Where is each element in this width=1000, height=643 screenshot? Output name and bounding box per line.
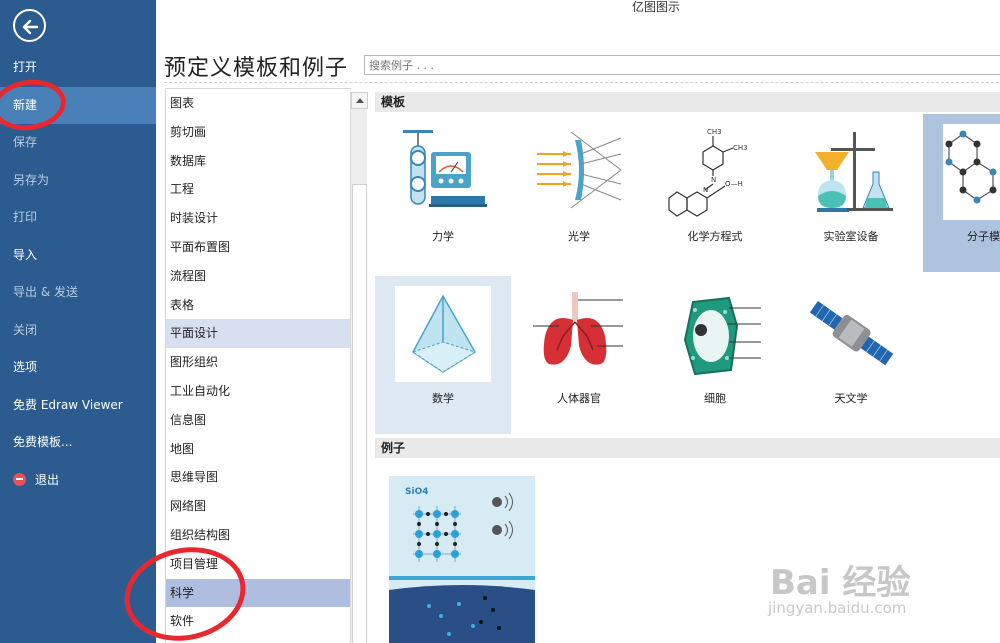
templates-section-header: 模板: [375, 92, 1000, 112]
menu-item-label: 另存为: [13, 172, 50, 187]
header-divider: [164, 82, 1000, 83]
exit-icon: [13, 472, 26, 486]
category-item-mind-map[interactable]: 思维导图: [166, 463, 350, 492]
template-label: 实验室设备: [823, 230, 879, 243]
template-label: 人体器官: [557, 392, 601, 405]
template-label: 力学: [432, 230, 454, 243]
category-item-graphic-design[interactable]: 平面设计: [166, 319, 350, 349]
template-tile-optics[interactable]: 光学: [511, 114, 647, 272]
lab-equipment-icon: [815, 132, 893, 212]
category-item-industrial-automation[interactable]: 工业自动化: [166, 377, 350, 406]
menu-item-close[interactable]: 关闭: [0, 312, 156, 350]
template-label: 化学方程式: [687, 230, 743, 243]
scroll-thumb[interactable]: [352, 184, 367, 643]
template-tile-molecule-model[interactable]: 分子模: [923, 114, 1000, 272]
arrow-left-icon: [22, 19, 39, 35]
menu-item-label: 免费模板...: [13, 435, 73, 449]
menu-item-exit[interactable]: 退出: [0, 462, 156, 500]
category-item-database[interactable]: 数据库: [166, 147, 350, 176]
menu-item-label: 导入: [13, 247, 38, 262]
menu-item-options[interactable]: 选项: [0, 349, 156, 387]
template-tile-cell[interactable]: 细胞: [647, 276, 783, 434]
category-item-map[interactable]: 地图: [166, 435, 350, 464]
search-input[interactable]: [364, 55, 1000, 75]
example-thumbnail[interactable]: SiO4: [389, 476, 535, 643]
satellite-icon: [809, 301, 894, 366]
category-item-clipart[interactable]: 剪切画: [166, 118, 350, 147]
category-item-graphic-organizer[interactable]: 图形组织: [166, 348, 350, 377]
category-scrollbar[interactable]: [350, 92, 368, 643]
template-tile-math[interactable]: 数学: [375, 276, 511, 434]
baidu-jingyan-watermark: Bai 经验 jingyan.baidu.com: [762, 555, 992, 625]
menu-item-free-viewer[interactable]: 免费 Edraw Viewer: [0, 387, 156, 425]
sio4-example-graphic: SiO4: [389, 476, 535, 643]
template-label: 天文学: [834, 392, 868, 405]
menu-item-label: 保存: [13, 135, 38, 149]
template-label: 数学: [432, 392, 454, 405]
watermark-logo: Bai 经验: [770, 563, 911, 603]
template-tile-lab-equipment[interactable]: 实验室设备: [783, 114, 919, 272]
category-item-table[interactable]: 表格: [166, 291, 350, 320]
chemical-formula-icon: CH3 CH3 N N O—H: [668, 128, 748, 217]
template-label: 光学: [568, 230, 590, 243]
pyramid-icon: [395, 286, 491, 382]
optics-icon: [537, 131, 622, 209]
menu-item-save-as[interactable]: 另存为: [0, 162, 156, 200]
menu-item-print[interactable]: 打印: [0, 199, 156, 237]
menu-item-label: 导出 & 发送: [13, 285, 78, 299]
window-title: 亿图图示: [632, 0, 681, 14]
edraw-backstage-window: 打开 新建 保存 另存为 打印 导入 导出 & 发送 关闭 选项 免费 Edra…: [0, 0, 1000, 643]
category-item-fashion[interactable]: 时装设计: [166, 204, 350, 233]
page-title: 预定义模板和例子: [164, 56, 349, 81]
menu-item-label: 关闭: [13, 322, 38, 337]
menu-item-import[interactable]: 导入: [0, 237, 156, 275]
template-tile-chemical-formula[interactable]: CH3 CH3 N N O—H 化学方程式: [647, 114, 783, 272]
template-label: 分子模: [967, 230, 1000, 243]
category-item-flowchart[interactable]: 流程图: [166, 262, 350, 291]
category-item-network[interactable]: 网络图: [166, 492, 350, 521]
cell-icon: [683, 296, 761, 376]
molecule-model-icon: [943, 124, 1000, 220]
category-item-engineering[interactable]: 工程: [166, 175, 350, 204]
menu-item-label: 打开: [13, 60, 38, 74]
category-item-infographic[interactable]: 信息图: [166, 406, 350, 435]
template-tile-human-organs[interactable]: 人体器官: [511, 276, 647, 434]
category-item-charts[interactable]: 图表: [166, 89, 350, 118]
menu-item-export-send[interactable]: 导出 & 发送: [0, 274, 156, 312]
template-label: 细胞: [704, 392, 726, 405]
ch3-right-text: CH3: [733, 144, 748, 152]
menu-item-free-templates[interactable]: 免费模板...: [0, 424, 156, 462]
n-bottom-text: N: [703, 186, 708, 194]
menu-item-label: 选项: [13, 360, 38, 374]
sio4-text: SiO4: [405, 487, 428, 497]
menu-item-label: 退出: [35, 472, 60, 487]
template-tile-mechanics[interactable]: 力学: [375, 114, 511, 272]
n-top-text: N: [711, 176, 716, 184]
watermark-url: jingyan.baidu.com: [768, 599, 907, 617]
mechanics-icon: [403, 130, 487, 207]
category-item-floor-plan[interactable]: 平面布置图: [166, 233, 350, 262]
category-item-org-chart[interactable]: 组织结构图: [166, 521, 350, 550]
scroll-up-button[interactable]: [351, 92, 368, 109]
oh-text: O—H: [725, 180, 743, 188]
lungs-icon: [533, 292, 623, 365]
examples-section-header: 例子: [375, 438, 1000, 458]
menu-item-label: 免费 Edraw Viewer: [13, 397, 123, 412]
menu-item-label: 打印: [13, 210, 38, 224]
ch3-top-text: CH3: [707, 128, 722, 136]
template-tile-astronomy[interactable]: 天文学: [783, 276, 919, 434]
back-button[interactable]: [13, 9, 46, 42]
